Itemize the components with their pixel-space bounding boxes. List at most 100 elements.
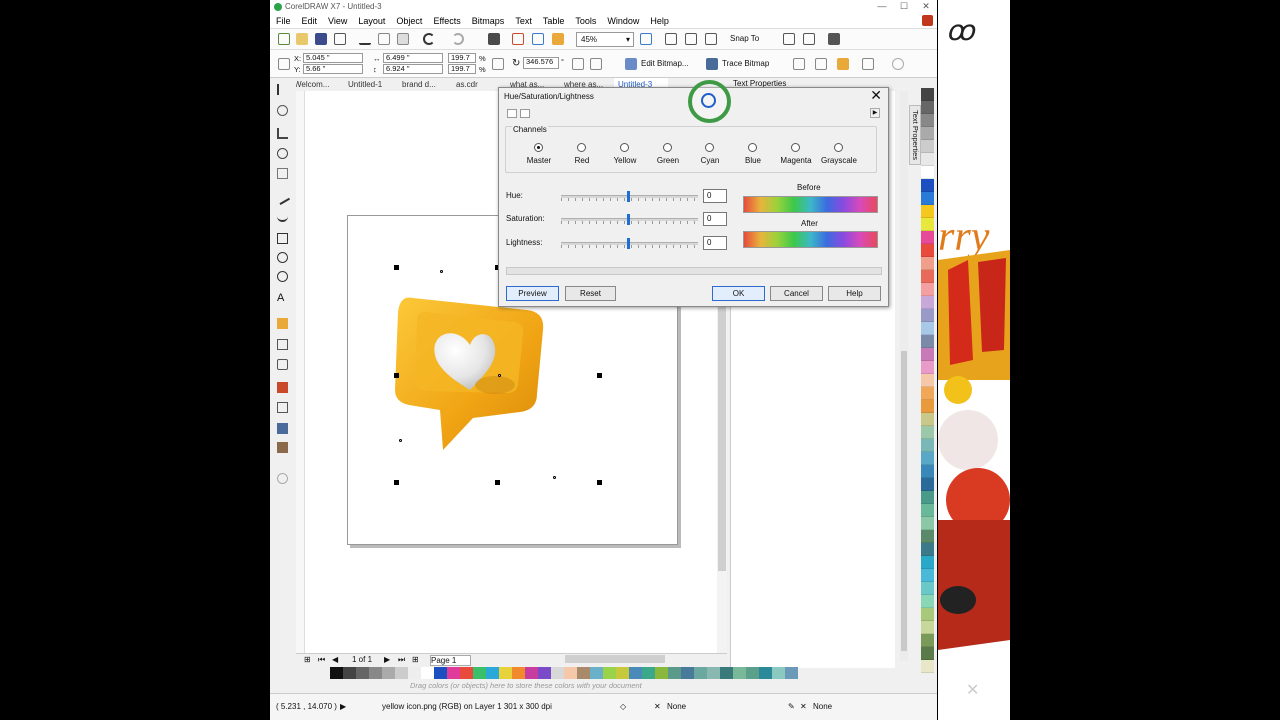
palette-swatch[interactable] (921, 348, 934, 361)
palette-swatch[interactable] (921, 231, 934, 244)
palette-swatch[interactable] (694, 667, 707, 679)
palette-swatch[interactable] (921, 517, 934, 530)
import-icon[interactable] (512, 33, 524, 45)
zoom-level-select[interactable]: 45% (576, 32, 634, 47)
menu-effects[interactable]: Effects (433, 16, 460, 26)
palette-swatch[interactable] (746, 667, 759, 679)
selection-handle-right[interactable] (597, 373, 602, 378)
radio-magenta[interactable] (791, 143, 800, 152)
preview-mode-split-icon[interactable] (507, 109, 517, 118)
palette-swatch[interactable] (720, 667, 733, 679)
shape-tool-icon[interactable] (277, 105, 288, 116)
palette-swatch[interactable] (395, 667, 408, 679)
saturation-slider-thumb[interactable] (627, 214, 630, 225)
palette-swatch[interactable] (921, 543, 934, 556)
tab-welcome[interactable]: Welcom... (290, 78, 344, 91)
radio-master[interactable] (534, 143, 543, 152)
maximize-button[interactable]: ☐ (893, 0, 915, 13)
options-icon[interactable] (783, 33, 795, 45)
crop-tool-icon[interactable] (277, 128, 288, 139)
palette-swatch[interactable] (921, 491, 934, 504)
mirror-vertical-icon[interactable] (590, 58, 602, 70)
crop-bitmap-icon[interactable] (793, 58, 805, 70)
tab-brand[interactable]: brand d... (398, 78, 452, 91)
palette-swatch[interactable] (921, 621, 934, 634)
palette-swatch[interactable] (921, 322, 934, 335)
zoom-tool-icon[interactable] (277, 148, 288, 159)
palette-swatch[interactable] (921, 335, 934, 348)
palette-swatch[interactable] (921, 192, 934, 205)
palette-swatch[interactable] (759, 667, 772, 679)
saturation-slider[interactable] (561, 214, 698, 225)
edit-bitmap-button[interactable]: Edit Bitmap... (641, 59, 689, 68)
scale-width-field[interactable]: 199.7 (448, 53, 476, 63)
palette-swatch[interactable] (921, 140, 934, 153)
palette-swatch[interactable] (921, 478, 934, 491)
print-icon[interactable] (334, 33, 346, 45)
palette-swatch[interactable] (668, 667, 681, 679)
palette-swatch[interactable] (707, 667, 720, 679)
tab-untitled-1[interactable]: Untitled-1 (344, 78, 398, 91)
menu-file[interactable]: File (276, 16, 291, 26)
palette-swatch[interactable] (629, 667, 642, 679)
grid-icon[interactable] (685, 33, 697, 45)
next-page-button[interactable]: ▶ (384, 655, 390, 664)
palette-swatch[interactable] (382, 667, 395, 679)
canvas-horizontal-scrollbar[interactable] (565, 655, 665, 663)
wrap-text-icon[interactable] (862, 58, 874, 70)
saturation-value-field[interactable]: 0 (703, 212, 727, 226)
hue-value-field[interactable]: 0 (703, 189, 727, 203)
ok-button[interactable]: OK (712, 286, 765, 301)
text-properties-tab[interactable]: Text Properties (909, 105, 921, 165)
palette-swatch[interactable] (538, 667, 551, 679)
dialog-close-button[interactable]: ✕ (870, 87, 882, 104)
palette-swatch[interactable] (921, 361, 934, 374)
color-eyedropper-tool-icon[interactable] (277, 402, 288, 413)
object-origin-icon[interactable] (278, 58, 290, 70)
docker-scrollbar[interactable] (900, 91, 908, 661)
palette-swatch[interactable] (921, 88, 934, 101)
palette-swatch[interactable] (921, 179, 934, 192)
palette-swatch[interactable] (642, 667, 655, 679)
palette-swatch[interactable] (343, 667, 356, 679)
vertical-color-palette[interactable] (921, 88, 934, 673)
radio-yellow[interactable] (620, 143, 629, 152)
artistic-media-tool-icon[interactable] (277, 211, 288, 222)
palette-swatch[interactable] (330, 667, 343, 679)
trace-bitmap-button[interactable]: Trace Bitmap (722, 59, 769, 68)
pan-tool-icon[interactable] (277, 168, 288, 179)
palette-swatch[interactable] (616, 667, 629, 679)
palette-swatch[interactable] (921, 582, 934, 595)
previous-page-button[interactable]: ◀ (332, 655, 338, 664)
palette-swatch[interactable] (921, 595, 934, 608)
cut-icon[interactable] (359, 33, 371, 45)
palette-swatch[interactable] (486, 667, 499, 679)
lightness-slider-thumb[interactable] (627, 238, 630, 249)
palette-swatch[interactable] (473, 667, 486, 679)
first-page-button[interactable]: ⏮ (318, 655, 325, 665)
add-page-end-icon[interactable]: ⊞ (412, 655, 419, 664)
rulers-icon[interactable] (665, 33, 677, 45)
rectangle-tool-icon[interactable] (277, 233, 288, 244)
palette-swatch[interactable] (369, 667, 382, 679)
yellow-icon-bitmap[interactable] (385, 290, 545, 455)
palette-swatch[interactable] (525, 667, 538, 679)
welcome-screen-icon[interactable] (828, 33, 840, 45)
text-tool-icon[interactable]: A (277, 293, 288, 304)
palette-swatch[interactable] (921, 530, 934, 543)
palette-swatch[interactable] (921, 166, 934, 179)
preview-mode-single-icon[interactable] (520, 109, 530, 118)
palette-swatch[interactable] (499, 667, 512, 679)
minimize-button[interactable]: — (871, 0, 893, 13)
radio-red[interactable] (577, 143, 586, 152)
palette-swatch[interactable] (408, 667, 421, 679)
polygon-tool-icon[interactable] (277, 271, 288, 282)
hue-slider-thumb[interactable] (627, 191, 630, 202)
palette-swatch[interactable] (921, 387, 934, 400)
palette-swatch[interactable] (921, 114, 934, 127)
ellipse-tool-icon[interactable] (277, 252, 288, 263)
palette-swatch[interactable] (603, 667, 616, 679)
palette-swatch[interactable] (921, 504, 934, 517)
open-folder-icon[interactable] (296, 33, 308, 45)
palette-swatch[interactable] (356, 667, 369, 679)
